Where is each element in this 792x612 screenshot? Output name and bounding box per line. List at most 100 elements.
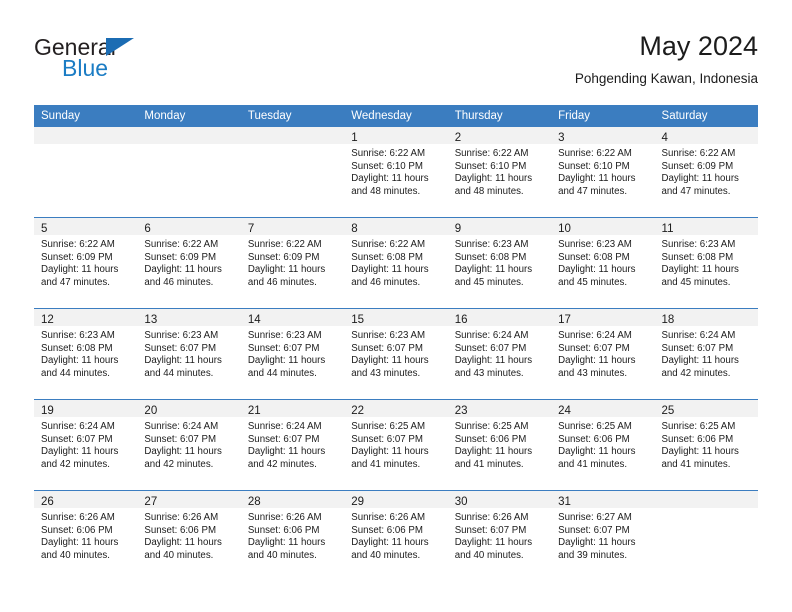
calendar-day-cell[interactable]: 24 Sunrise: 6:25 AM Sunset: 6:06 PM Dayligh…: [551, 399, 655, 490]
day-details: Sunrise: 6:25 AM Sunset: 6:07 PM Daylight:…: [344, 417, 447, 471]
day-cell[interactable]: 2 Sunrise: 6:22 AM Sunset: 6:10 PM Daylight…: [447, 126, 552, 217]
day-cell[interactable]: 15 Sunrise: 6:23 AM Sunset: 6:07 PM Dayligh…: [344, 308, 448, 399]
calendar-day-cell[interactable]: 19 Sunrise: 6:24 AM Sunset: 6:07 PM Dayligh…: [34, 399, 138, 490]
calendar-day-cell[interactable]: [34, 126, 138, 217]
day-number: 23: [454, 405, 468, 417]
calendar-day-cell[interactable]: 18 Sunrise: 6:24 AM Sunset: 6:07 PM Dayligh…: [654, 308, 758, 399]
day-details: Sunrise: 6:23 AM Sunset: 6:07 PM Daylight:…: [241, 326, 344, 380]
calendar-day-cell[interactable]: 5 Sunrise: 6:22 AM Sunset: 6:09 PM Daylight…: [34, 217, 138, 308]
calendar-day-cell[interactable]: 27 Sunrise: 6:26 AM Sunset: 6:06 PM Dayligh…: [137, 490, 241, 581]
day-cell[interactable]: 8 Sunrise: 6:22 AM Sunset: 6:08 PM Daylight…: [344, 217, 448, 308]
calendar-day-cell[interactable]: 20 Sunrise: 6:24 AM Sunset: 6:07 PM Dayligh…: [137, 399, 241, 490]
calendar-day-cell[interactable]: 1 Sunrise: 6:22 AM Sunset: 6:10 PM Daylight…: [344, 126, 448, 217]
day-cell[interactable]: 10 Sunrise: 6:23 AM Sunset: 6:08 PM Dayligh…: [551, 217, 655, 308]
calendar-day-cell[interactable]: 31 Sunrise: 6:27 AM Sunset: 6:07 PM Dayligh…: [551, 490, 655, 581]
day-number-strip: 23: [447, 400, 552, 417]
calendar-day-cell[interactable]: 23 Sunrise: 6:25 AM Sunset: 6:06 PM Dayligh…: [447, 399, 552, 490]
calendar-day-cell[interactable]: 21 Sunrise: 6:24 AM Sunset: 6:07 PM Dayligh…: [240, 399, 345, 490]
day-detail-line: Sunrise: 6:24 AM: [144, 421, 219, 432]
calendar-day-cell[interactable]: 7 Sunrise: 6:22 AM Sunset: 6:09 PM Daylight…: [240, 217, 345, 308]
day-cell[interactable]: 5 Sunrise: 6:22 AM Sunset: 6:09 PM Daylight…: [34, 217, 138, 308]
day-cell[interactable]: 16 Sunrise: 6:24 AM Sunset: 6:07 PM Dayligh…: [447, 308, 552, 399]
calendar-day-cell[interactable]: 11 Sunrise: 6:23 AM Sunset: 6:08 PM Dayligh…: [654, 217, 758, 308]
day-detail-line: Sunset: 6:07 PM: [454, 342, 527, 354]
day-details: Sunrise: 6:23 AM Sunset: 6:08 PM Daylight:…: [34, 326, 137, 380]
day-cell[interactable]: 25 Sunrise: 6:25 AM Sunset: 6:06 PM Dayligh…: [654, 399, 758, 490]
calendar-day-cell[interactable]: 8 Sunrise: 6:22 AM Sunset: 6:08 PM Daylight…: [344, 217, 448, 308]
day-number: 18: [661, 314, 675, 326]
calendar-day-cell[interactable]: 14 Sunrise: 6:23 AM Sunset: 6:07 PM Dayligh…: [240, 308, 345, 399]
day-cell[interactable]: 17 Sunrise: 6:24 AM Sunset: 6:07 PM Dayligh…: [551, 308, 655, 399]
day-cell[interactable]: 18 Sunrise: 6:24 AM Sunset: 6:07 PM Dayligh…: [654, 308, 758, 399]
calendar-week-row: 12 Sunrise: 6:23 AM Sunset: 6:08 PM Dayligh…: [34, 308, 758, 399]
day-number: 28: [247, 496, 261, 508]
day-cell[interactable]: 11 Sunrise: 6:23 AM Sunset: 6:08 PM Dayligh…: [654, 217, 758, 308]
day-detail-line: and 41 minutes.: [661, 458, 731, 470]
calendar-day-cell[interactable]: 4 Sunrise: 6:22 AM Sunset: 6:09 PM Daylight…: [654, 126, 758, 217]
day-cell[interactable]: 6 Sunrise: 6:22 AM Sunset: 6:09 PM Daylight…: [137, 217, 241, 308]
day-cell[interactable]: 30 Sunrise: 6:26 AM Sunset: 6:07 PM Dayligh…: [447, 490, 552, 581]
day-cell[interactable]: 28 Sunrise: 6:26 AM Sunset: 6:06 PM Dayligh…: [240, 490, 345, 581]
day-number-strip: 7: [240, 218, 345, 235]
day-detail-line: Daylight: 11 hours: [454, 355, 533, 367]
calendar-day-cell[interactable]: [654, 490, 758, 581]
day-cell[interactable]: 7 Sunrise: 6:22 AM Sunset: 6:09 PM Daylight…: [240, 217, 345, 308]
calendar-body: 1 Sunrise: 6:22 AM Sunset: 6:10 PM Daylight…: [34, 126, 758, 581]
day-number: 3: [558, 132, 565, 144]
calendar-day-cell[interactable]: 6 Sunrise: 6:22 AM Sunset: 6:09 PM Daylight…: [137, 217, 241, 308]
calendar-day-cell[interactable]: 26 Sunrise: 6:26 AM Sunset: 6:06 PM Dayligh…: [34, 490, 138, 581]
day-cell[interactable]: 14 Sunrise: 6:23 AM Sunset: 6:07 PM Dayligh…: [240, 308, 345, 399]
day-cell[interactable]: 22 Sunrise: 6:25 AM Sunset: 6:07 PM Dayligh…: [344, 399, 448, 490]
calendar-day-cell[interactable]: 2 Sunrise: 6:22 AM Sunset: 6:10 PM Daylight…: [447, 126, 552, 217]
calendar-day-cell[interactable]: 16 Sunrise: 6:24 AM Sunset: 6:07 PM Dayligh…: [447, 308, 552, 399]
general-blue-logo[interactable]: General Blue: [34, 30, 274, 90]
day-cell[interactable]: 19 Sunrise: 6:24 AM Sunset: 6:07 PM Dayligh…: [34, 399, 138, 490]
day-detail-line: Daylight: 11 hours: [454, 264, 533, 276]
day-detail-line: Sunset: 6:08 PM: [558, 251, 630, 263]
day-details: Sunrise: 6:25 AM Sunset: 6:06 PM Daylight:…: [655, 417, 758, 471]
calendar-day-cell[interactable]: 28 Sunrise: 6:26 AM Sunset: 6:06 PM Dayligh…: [240, 490, 345, 581]
calendar-day-cell[interactable]: 13 Sunrise: 6:23 AM Sunset: 6:07 PM Dayligh…: [137, 308, 241, 399]
day-cell[interactable]: 9 Sunrise: 6:23 AM Sunset: 6:08 PM Daylight…: [447, 217, 552, 308]
day-cell[interactable]: 3 Sunrise: 6:22 AM Sunset: 6:10 PM Daylight…: [551, 126, 655, 217]
day-cell[interactable]: 24 Sunrise: 6:25 AM Sunset: 6:06 PM Dayligh…: [551, 399, 655, 490]
calendar-day-cell[interactable]: [137, 126, 241, 217]
day-number: 17: [558, 314, 571, 326]
day-cell[interactable]: 23 Sunrise: 6:25 AM Sunset: 6:06 PM Dayligh…: [447, 399, 552, 490]
calendar-day-cell[interactable]: 3 Sunrise: 6:22 AM Sunset: 6:10 PM Daylight…: [551, 126, 655, 217]
calendar-day-cell[interactable]: 15 Sunrise: 6:23 AM Sunset: 6:07 PM Dayligh…: [344, 308, 448, 399]
day-cell[interactable]: 1 Sunrise: 6:22 AM Sunset: 6:10 PM Daylight…: [344, 126, 448, 217]
day-number-strip: 24: [551, 400, 655, 417]
day-number-strip: 21: [240, 400, 345, 417]
day-number-strip: 13: [137, 309, 241, 326]
day-number: 15: [351, 314, 365, 326]
calendar-day-cell[interactable]: 25 Sunrise: 6:25 AM Sunset: 6:06 PM Dayligh…: [654, 399, 758, 490]
day-number: 6: [144, 223, 151, 235]
triangle-icon: [106, 38, 134, 56]
calendar-day-cell[interactable]: 29 Sunrise: 6:26 AM Sunset: 6:06 PM Dayligh…: [344, 490, 448, 581]
calendar-day-cell[interactable]: [240, 126, 345, 217]
calendar-day-cell[interactable]: 9 Sunrise: 6:23 AM Sunset: 6:08 PM Daylight…: [447, 217, 552, 308]
day-cell[interactable]: 26 Sunrise: 6:26 AM Sunset: 6:06 PM Dayligh…: [34, 490, 138, 581]
day-cell[interactable]: 31 Sunrise: 6:27 AM Sunset: 6:07 PM Dayligh…: [551, 490, 655, 581]
day-cell[interactable]: 13 Sunrise: 6:23 AM Sunset: 6:07 PM Dayligh…: [137, 308, 241, 399]
day-detail-line: Sunset: 6:06 PM: [454, 433, 527, 445]
calendar-day-cell[interactable]: 22 Sunrise: 6:25 AM Sunset: 6:07 PM Dayligh…: [344, 399, 448, 490]
day-number: 8: [351, 223, 358, 235]
calendar-week-row: 19 Sunrise: 6:24 AM Sunset: 6:07 PM Dayligh…: [34, 399, 758, 490]
day-cell[interactable]: 12 Sunrise: 6:23 AM Sunset: 6:08 PM Dayligh…: [34, 308, 138, 399]
calendar-day-cell[interactable]: 12 Sunrise: 6:23 AM Sunset: 6:08 PM Dayligh…: [34, 308, 138, 399]
day-detail-line: Sunrise: 6:27 AM: [558, 512, 632, 523]
day-cell[interactable]: 21 Sunrise: 6:24 AM Sunset: 6:07 PM Dayligh…: [240, 399, 345, 490]
calendar-day-cell[interactable]: 17 Sunrise: 6:24 AM Sunset: 6:07 PM Dayligh…: [551, 308, 655, 399]
day-detail-line: Daylight: 11 hours: [41, 355, 119, 367]
day-cell[interactable]: 20 Sunrise: 6:24 AM Sunset: 6:07 PM Dayligh…: [137, 399, 241, 490]
calendar-day-cell[interactable]: 30 Sunrise: 6:26 AM Sunset: 6:07 PM Dayligh…: [447, 490, 552, 581]
day-cell[interactable]: 27 Sunrise: 6:26 AM Sunset: 6:06 PM Dayligh…: [137, 490, 241, 581]
day-cell[interactable]: 29 Sunrise: 6:26 AM Sunset: 6:06 PM Dayligh…: [344, 490, 448, 581]
weekday-header-wednesday: Wednesday: [344, 105, 448, 126]
day-cell[interactable]: 4 Sunrise: 6:22 AM Sunset: 6:09 PM Daylight…: [654, 126, 758, 217]
calendar-day-cell[interactable]: 10 Sunrise: 6:23 AM Sunset: 6:08 PM Dayligh…: [551, 217, 655, 308]
page-title: May 2024: [639, 31, 758, 61]
day-number-strip: 29: [344, 491, 448, 508]
